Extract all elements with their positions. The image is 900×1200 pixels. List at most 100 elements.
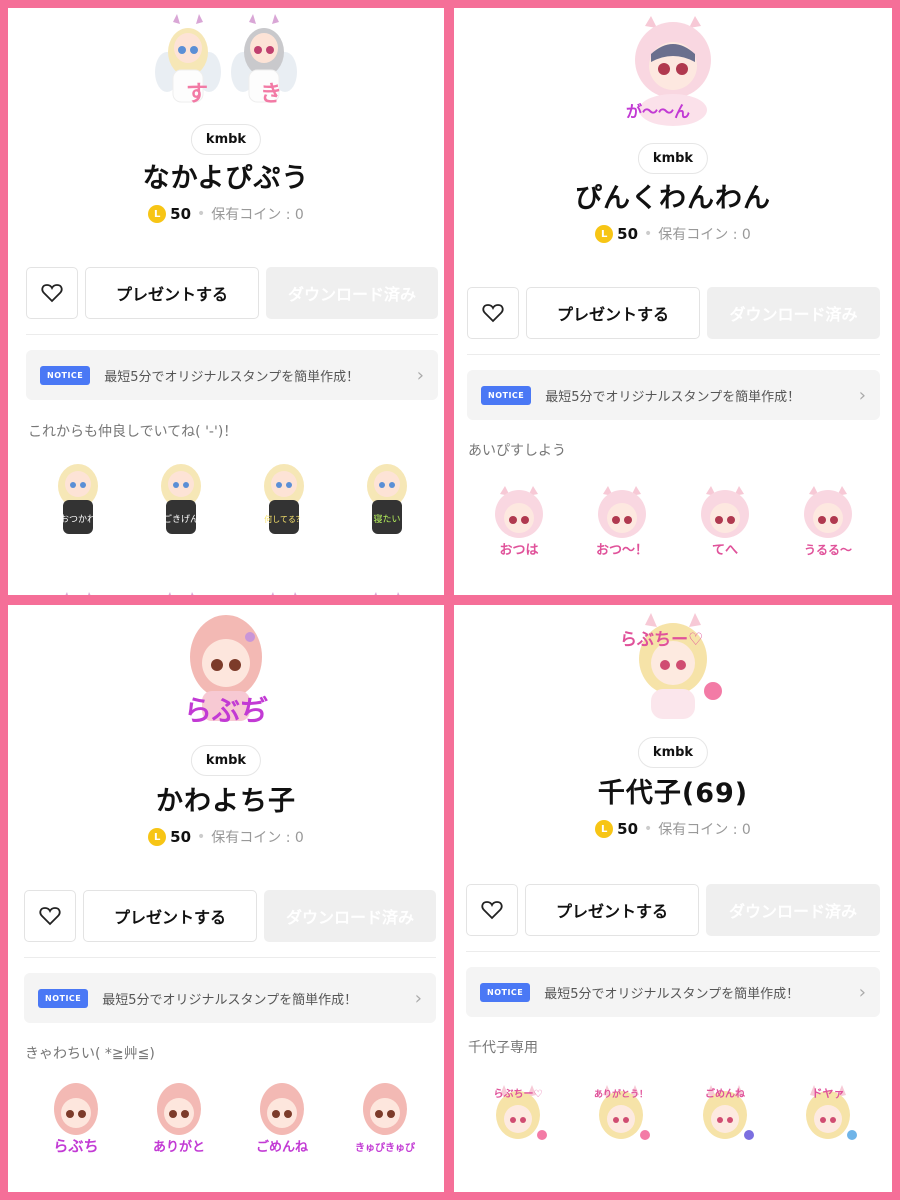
sticker-description: 千代子専用	[468, 1040, 538, 1056]
sticker-label: ごめんね	[255, 1139, 307, 1155]
price-value: 50	[170, 828, 192, 846]
action-bar: プレゼントする ダウンロード済み	[26, 267, 438, 319]
sticker-item[interactable]: ごめんね	[242, 1079, 322, 1159]
chevron-right-icon: ›	[416, 364, 424, 386]
sticker-title: ぴんくわんわん	[575, 183, 771, 214]
owned-coins: 保有コイン : 0	[658, 227, 751, 243]
sticker-item[interactable]: うるる〜	[788, 480, 868, 560]
coin-icon: L	[148, 828, 167, 846]
divider	[466, 951, 880, 952]
like-button[interactable]	[467, 287, 519, 339]
sticker-item[interactable]	[347, 570, 427, 595]
sticker-item[interactable]: 何してる？	[244, 456, 324, 536]
action-bar: プレゼントする ダウンロード済み	[467, 287, 880, 339]
sticker-label: おつは	[499, 543, 538, 558]
sticker-label: おつ〜！	[596, 543, 648, 558]
notice-badge: NOTICE	[38, 988, 89, 1008]
hero-caption: らぶちー♡	[620, 630, 704, 650]
like-button[interactable]	[466, 884, 518, 936]
coin-icon: L	[595, 820, 614, 838]
notice-text: 最短5分でオリジナルスタンプを簡単作成！	[102, 992, 358, 1008]
present-button[interactable]: プレゼントする	[85, 267, 259, 319]
notice-banner[interactable]: NOTICE 最短5分でオリジナルスタンプを簡単作成！ ›	[466, 967, 880, 1017]
coin-icon: L	[148, 205, 167, 223]
sticker-label: うるる〜	[804, 543, 852, 557]
sticker-grid: らぶちー♡ ありがとう！ ごめんね ドヤァ	[466, 1075, 880, 1155]
owned-coins: 保有コイン : 0	[211, 830, 304, 846]
sticker-item[interactable]: 寝たい	[347, 456, 427, 536]
sticker-title: なかよぴぷう	[142, 163, 310, 194]
download-button[interactable]: ダウンロード済み	[266, 267, 438, 319]
notice-text: 最短5分でオリジナルスタンプを簡単作成！	[104, 369, 360, 385]
sticker-panel-4: らぶちー♡ kmbk 千代子(69) L 50 • 保有コイン : 0 プレゼン…	[454, 605, 892, 1192]
sticker-item[interactable]: おつは	[479, 480, 559, 560]
sticker-label: きゅぴきゅぴ	[355, 1141, 416, 1154]
download-button[interactable]: ダウンロード済み	[707, 287, 880, 339]
sticker-item[interactable]: てへ	[685, 480, 765, 560]
owned-coins: 保有コイン : 0	[211, 207, 304, 223]
sticker-item[interactable]: おつ〜！	[582, 480, 662, 560]
heart-icon	[39, 907, 61, 926]
divider	[24, 957, 436, 958]
notice-text: 最短5分でオリジナルスタンプを簡単作成！	[544, 986, 800, 1002]
sticker-item[interactable]: ありがとう！	[581, 1075, 661, 1155]
sticker-grid: おつかれ ごきげん 何してる？ 寝たい	[26, 456, 438, 536]
author-tag[interactable]: kmbk	[190, 745, 262, 776]
sticker-label: てへ	[712, 543, 738, 558]
sticker-label: らぶち	[53, 1137, 98, 1155]
price-value: 50	[617, 820, 639, 838]
heart-icon	[482, 304, 504, 323]
sticker-item[interactable]	[38, 570, 118, 595]
sticker-item[interactable]: ドヤァ	[788, 1075, 868, 1155]
author-tag[interactable]: kmbk	[190, 124, 262, 155]
divider	[26, 334, 438, 335]
sticker-item[interactable]: らぶち	[36, 1079, 116, 1159]
sticker-item[interactable]: おつかれ	[38, 456, 118, 536]
like-button[interactable]	[24, 890, 76, 942]
notice-banner[interactable]: NOTICE 最短5分でオリジナルスタンプを簡単作成！ ›	[24, 973, 436, 1023]
sticker-label: 寝たい	[373, 513, 400, 525]
coin-icon: L	[595, 225, 614, 243]
heart-icon	[481, 901, 503, 920]
hero-caption-1: す	[186, 82, 209, 107]
sticker-item[interactable]: らぶちー♡	[478, 1075, 558, 1155]
sticker-label: ごめんね	[705, 1087, 745, 1100]
present-button[interactable]: プレゼントする	[525, 884, 699, 936]
sticker-description: これからも仲良しでいてね( '-')！	[28, 424, 238, 440]
sticker-item[interactable]: ごきげん	[141, 456, 221, 536]
notice-banner[interactable]: NOTICE 最短5分でオリジナルスタンプを簡単作成！ ›	[467, 370, 880, 420]
like-button[interactable]	[26, 267, 78, 319]
sticker-item[interactable]: きゅぴきゅぴ	[345, 1079, 425, 1159]
sticker-item[interactable]	[244, 570, 324, 595]
sticker-item[interactable]	[141, 570, 221, 595]
sticker-panel-3: らぶぢ kmbk かわよち子 L 50 • 保有コイン : 0 プレゼントする …	[8, 605, 444, 1192]
download-button[interactable]: ダウンロード済み	[706, 884, 880, 936]
sticker-description: あいぴすしよう	[468, 443, 566, 459]
notice-text: 最短5分でオリジナルスタンプを簡単作成！	[545, 389, 801, 405]
separator-dot: •	[644, 226, 653, 242]
download-button[interactable]: ダウンロード済み	[264, 890, 436, 942]
sticker-label: ありがと	[152, 1139, 204, 1155]
hero-image: が〜〜ん	[454, 14, 892, 126]
sticker-panel-2: が〜〜ん kmbk ぴんくわんわん L 50 • 保有コイン : 0 プレゼント…	[454, 8, 892, 595]
separator-dot: •	[197, 829, 206, 845]
owned-coins: 保有コイン : 0	[658, 822, 751, 838]
notice-badge: NOTICE	[480, 982, 531, 1002]
author-tag[interactable]: kmbk	[637, 143, 709, 174]
action-bar: プレゼントする ダウンロード済み	[466, 884, 880, 936]
author-tag[interactable]: kmbk	[637, 737, 709, 768]
price-row: L 50 • 保有コイン : 0	[8, 204, 444, 224]
present-button[interactable]: プレゼントする	[83, 890, 257, 942]
notice-banner[interactable]: NOTICE 最短5分でオリジナルスタンプを簡単作成！ ›	[26, 350, 438, 400]
sticker-label: らぶちー♡	[493, 1088, 542, 1100]
sticker-description: きゃわちい( *≧艸≦)	[25, 1046, 155, 1062]
price-row: L 50 • 保有コイン : 0	[8, 827, 444, 847]
sticker-item[interactable]: ごめんね	[685, 1075, 765, 1155]
sticker-item[interactable]: ありがと	[139, 1079, 219, 1159]
separator-dot: •	[197, 206, 206, 222]
sticker-title: かわよち子	[156, 786, 296, 817]
present-button[interactable]: プレゼントする	[526, 287, 700, 339]
chevron-right-icon: ›	[414, 987, 422, 1009]
hero-caption: が〜〜ん	[626, 102, 691, 121]
separator-dot: •	[644, 821, 653, 837]
